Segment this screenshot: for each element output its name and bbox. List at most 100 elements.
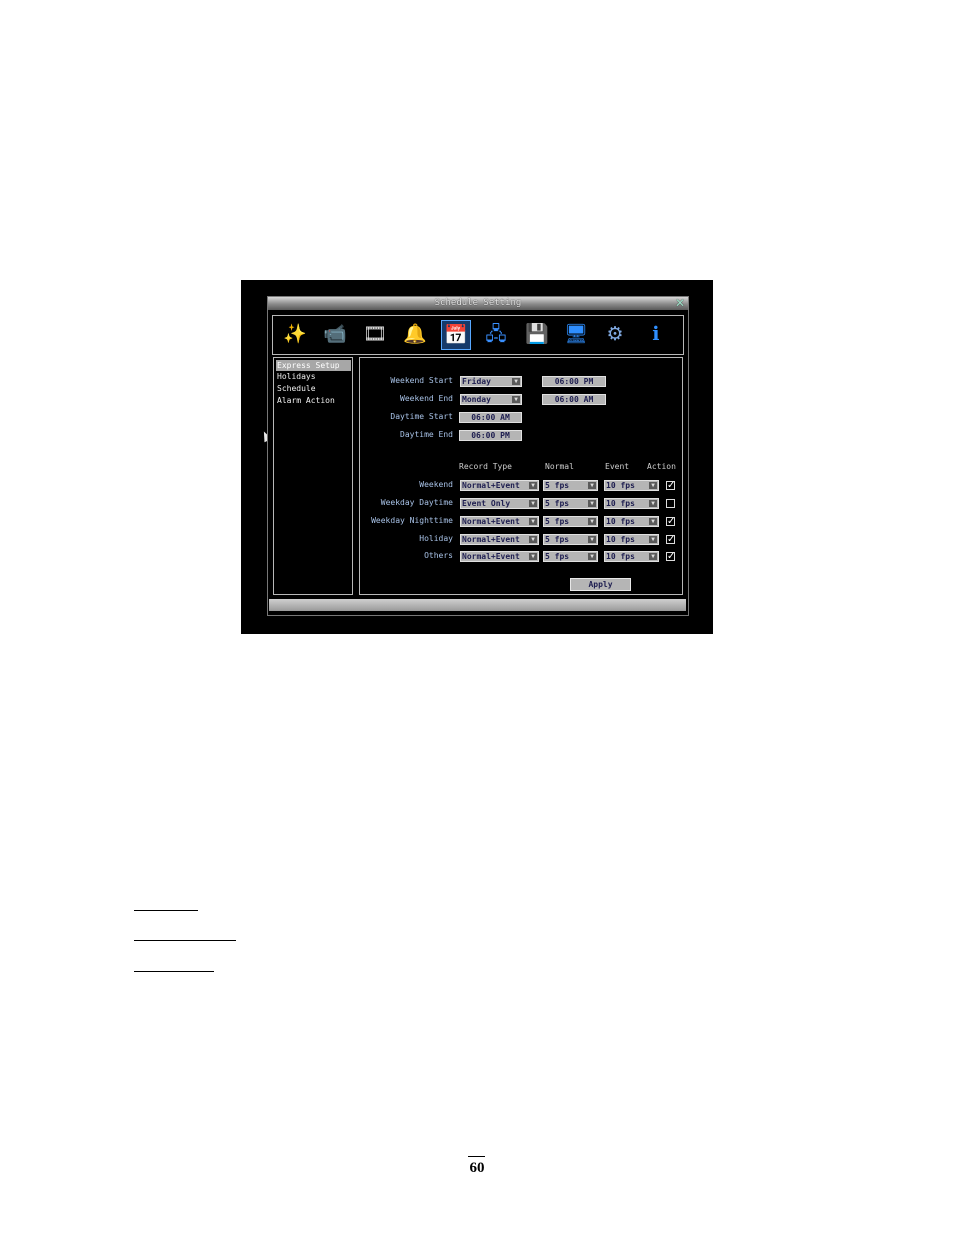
film-reel-icon[interactable]: 🎞 — [361, 320, 389, 348]
weekend-end-time-field[interactable]: 06:00 AM — [542, 394, 606, 405]
chevron-down-icon: ▼ — [588, 518, 596, 525]
chevron-down-icon: ▼ — [529, 500, 537, 507]
chevron-down-icon: ▼ — [529, 518, 537, 525]
schedule-calendar-icon[interactable]: 📅 — [441, 320, 471, 350]
weekend-start-label: Weekend Start — [390, 376, 453, 385]
checkmark-icon: ✓ — [667, 534, 676, 545]
normal-fps-select[interactable]: 5 fps ▼ — [543, 480, 598, 491]
normal-fps-select-value: 5 fps — [545, 481, 570, 490]
daytime-end-time-field[interactable]: 06:00 PM — [459, 430, 522, 441]
status-bar — [269, 599, 686, 611]
title-bar: Schedule Setting ✕ — [268, 297, 688, 310]
record-type-select[interactable]: Normal+Event ▼ — [460, 551, 539, 562]
chevron-down-icon: ▼ — [512, 378, 520, 385]
dvr-screenshot: Schedule Setting ✕ ✨ 📹 🎞 🔔 📅 🖧 💾 🖥 ⚙ ℹ E… — [241, 280, 713, 634]
chevron-down-icon: ▼ — [649, 536, 657, 543]
record-type-select-value: Normal+Event — [462, 517, 520, 526]
page-number: 60 — [469, 1160, 485, 1176]
action-checkbox[interactable]: ✓ — [666, 517, 675, 527]
record-type-select-value: Event Only — [462, 499, 511, 508]
main-toolbar: ✨ 📹 🎞 🔔 📅 🖧 💾 🖥 ⚙ ℹ — [272, 315, 684, 355]
chevron-down-icon: ▼ — [529, 482, 537, 489]
event-fps-select-value: 10 fps — [606, 481, 635, 490]
monitor-icon[interactable]: 🖥 — [562, 320, 590, 348]
wizard-wand-icon[interactable]: ✨ — [281, 320, 309, 348]
close-icon[interactable]: ✕ — [675, 297, 685, 310]
underline-rule — [134, 940, 236, 941]
menu-item-express-setup[interactable]: Express Setup — [276, 360, 351, 371]
daytime-end-label: Daytime End — [400, 430, 453, 439]
bell-icon[interactable]: 🔔 — [401, 320, 429, 348]
daytime-start-label: Daytime Start — [390, 412, 453, 421]
weekend-end-day-select[interactable]: Monday ▼ — [460, 394, 522, 405]
event-fps-select[interactable]: 10 fps ▼ — [604, 498, 659, 509]
menu-item-alarm-action[interactable]: Alarm Action — [276, 395, 351, 406]
settings-menu: Express Setup Holidays Schedule Alarm Ac… — [273, 357, 353, 595]
normal-fps-select-value: 5 fps — [545, 552, 570, 561]
record-type-select[interactable]: Normal+Event ▼ — [460, 534, 539, 545]
event-header: Event — [605, 462, 630, 471]
apply-button[interactable]: Apply — [570, 578, 631, 591]
chevron-down-icon: ▼ — [588, 500, 596, 507]
chevron-down-icon: ▼ — [588, 482, 596, 489]
record-type-select-value: Normal+Event — [462, 535, 520, 544]
underline-rule — [134, 910, 198, 911]
schedule-setting-window: Schedule Setting ✕ ✨ 📹 🎞 🔔 📅 🖧 💾 🖥 ⚙ ℹ E… — [267, 296, 689, 616]
normal-fps-select-value: 5 fps — [545, 517, 570, 526]
checkmark-icon: ✓ — [667, 480, 676, 491]
express-setup-panel: Weekend Start Friday ▼ 06:00 PM Weekend … — [359, 357, 683, 595]
row-label: Others — [424, 551, 453, 560]
chevron-down-icon: ▼ — [512, 396, 520, 403]
chevron-down-icon: ▼ — [649, 518, 657, 525]
menu-item-schedule[interactable]: Schedule — [276, 383, 351, 394]
settings-gears-icon[interactable]: ⚙ — [601, 320, 629, 348]
disk-icon[interactable]: 💾 — [523, 320, 551, 348]
weekend-start-time-field[interactable]: 06:00 PM — [542, 376, 606, 387]
normal-fps-select-value: 5 fps — [545, 535, 570, 544]
event-fps-select[interactable]: 10 fps ▼ — [604, 480, 659, 491]
daytime-start-time-field[interactable]: 06:00 AM — [459, 412, 522, 423]
info-icon[interactable]: ℹ — [642, 320, 670, 348]
row-label: Weekend — [419, 480, 453, 489]
record-type-header: Record Type — [459, 462, 512, 471]
event-fps-select-value: 10 fps — [606, 499, 635, 508]
chevron-down-icon: ▼ — [588, 553, 596, 560]
event-fps-select-value: 10 fps — [606, 517, 635, 526]
chevron-down-icon: ▼ — [529, 536, 537, 543]
network-icon[interactable]: 🖧 — [482, 320, 510, 348]
event-fps-select-value: 10 fps — [606, 535, 635, 544]
window-title: Schedule Setting — [434, 298, 522, 308]
normal-fps-select[interactable]: 5 fps ▼ — [543, 516, 598, 527]
weekend-end-label: Weekend End — [400, 394, 453, 403]
event-fps-select[interactable]: 10 fps ▼ — [604, 551, 659, 562]
row-label: Holiday — [419, 534, 453, 543]
action-checkbox[interactable]: ✓ — [666, 480, 676, 491]
event-fps-select-value: 10 fps — [606, 552, 635, 561]
underline-rule — [134, 971, 214, 972]
record-type-select[interactable]: Normal+Event ▼ — [460, 516, 539, 527]
event-fps-select[interactable]: 10 fps ▼ — [604, 534, 659, 545]
weekend-start-day-value: Friday — [462, 377, 491, 386]
action-checkbox[interactable]: ✓ — [666, 534, 676, 545]
camera-icon[interactable]: 📹 — [321, 320, 349, 348]
menu-item-holidays[interactable]: Holidays — [276, 371, 351, 382]
chevron-down-icon: ▼ — [529, 553, 537, 560]
row-label: Weekday Nighttime — [371, 516, 453, 525]
checkmark-icon: ✓ — [667, 551, 676, 562]
row-label: Weekday Daytime — [380, 498, 453, 507]
normal-fps-select[interactable]: 5 fps ▼ — [543, 498, 598, 509]
normal-fps-select-value: 5 fps — [545, 499, 570, 508]
chevron-down-icon: ▼ — [649, 500, 657, 507]
normal-fps-select[interactable]: 5 fps ▼ — [543, 551, 598, 562]
action-checkbox[interactable]: ✓ — [666, 551, 676, 562]
action-header: Action — [647, 462, 676, 471]
chevron-down-icon: ▼ — [649, 553, 657, 560]
event-fps-select[interactable]: 10 fps ▼ — [604, 516, 659, 527]
action-checkbox[interactable] — [666, 499, 675, 508]
weekend-end-day-value: Monday — [462, 395, 491, 404]
record-type-select[interactable]: Normal+Event ▼ — [460, 480, 539, 491]
chevron-down-icon: ▼ — [588, 536, 596, 543]
record-type-select[interactable]: Event Only ▼ — [460, 498, 539, 509]
weekend-start-day-select[interactable]: Friday ▼ — [460, 376, 522, 387]
normal-fps-select[interactable]: 5 fps ▼ — [543, 534, 598, 545]
